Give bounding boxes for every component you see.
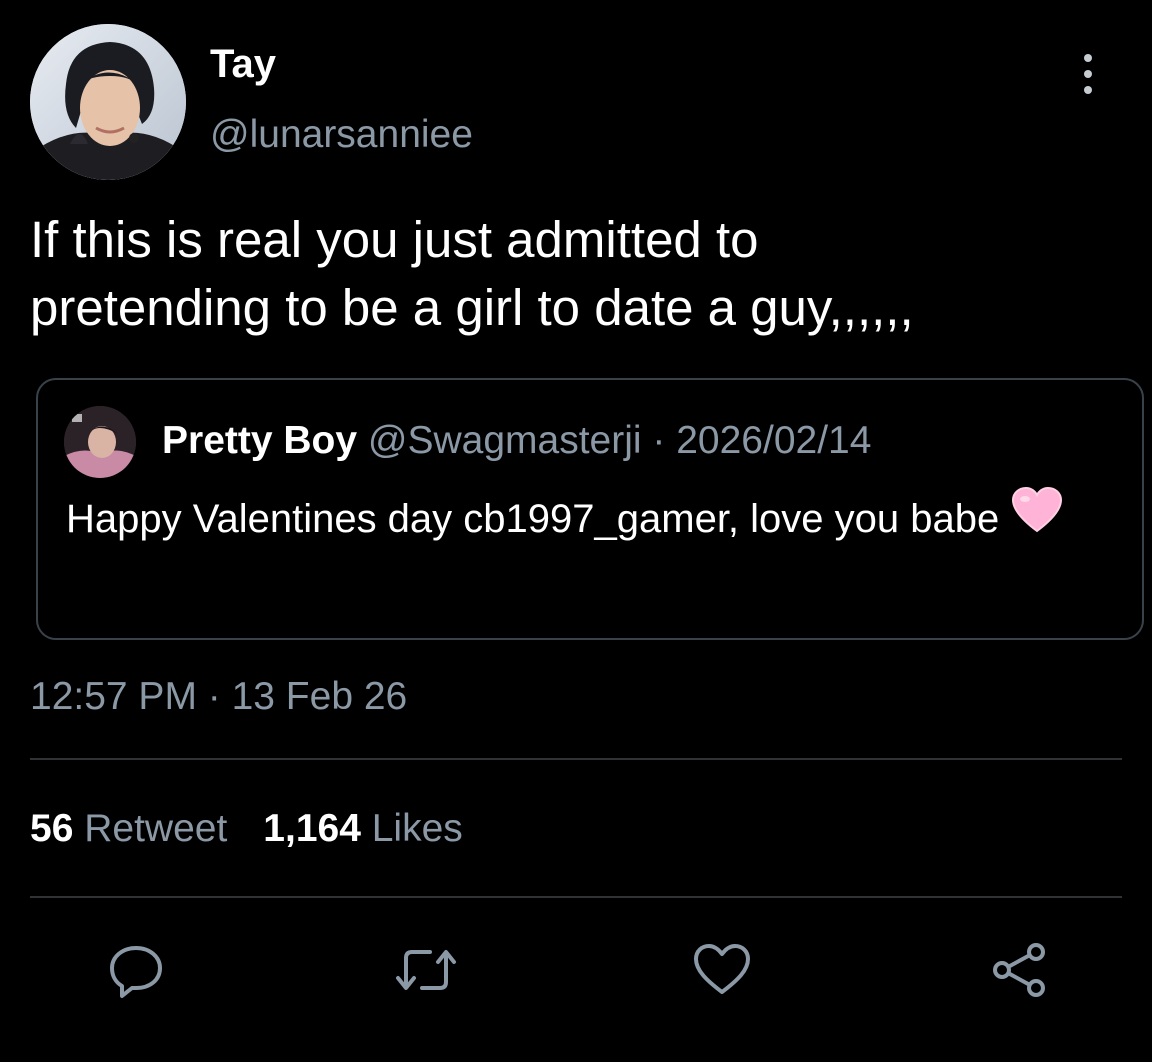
quoted-tweet[interactable]: Pretty Boy @Swagmasterji · 2026/02/14 Ha… — [36, 378, 1144, 640]
divider — [30, 758, 1122, 760]
retweets-stat[interactable]: 56 Retweet — [30, 807, 227, 850]
tweet-text: If this is real you just admitted to pre… — [30, 211, 914, 336]
more-dot-icon — [1084, 86, 1092, 94]
author-handle[interactable]: @lunarsanniee — [210, 112, 473, 158]
quoted-author-meta: @Swagmasterji · 2026/02/14 — [357, 419, 872, 462]
quoted-author-name[interactable]: Pretty Boy — [162, 419, 357, 462]
more-options-button[interactable] — [1070, 50, 1106, 98]
retweet-button[interactable] — [394, 938, 458, 1002]
retweets-label: Retweet — [73, 807, 228, 850]
quoted-tweet-body: Happy Valentines day cb1997_gamer, love … — [66, 497, 1000, 541]
like-button[interactable] — [690, 938, 754, 1002]
speech-bubble-icon — [110, 946, 162, 998]
reply-button[interactable] — [104, 938, 168, 1002]
tweet-stats: 56 Retweet 1,164 Likes — [30, 806, 463, 852]
share-button[interactable] — [988, 938, 1052, 1002]
likes-label: Likes — [360, 807, 463, 850]
more-dot-icon — [1084, 70, 1092, 78]
tweet-timestamp[interactable]: 12:57 PM · 13 Feb 26 — [30, 674, 407, 720]
more-dot-icon — [1084, 54, 1092, 62]
share-icon — [993, 943, 1045, 997]
quoted-tweet-header: Pretty Boy @Swagmasterji · 2026/02/14 — [162, 418, 871, 464]
retweets-count: 56 — [30, 807, 74, 850]
retweet-icon — [396, 950, 456, 990]
author-display-name[interactable]: Tay — [210, 40, 276, 88]
author-avatar[interactable] — [30, 24, 186, 180]
quoted-tweet-text: Happy Valentines day cb1997_gamer, love … — [66, 487, 1106, 547]
likes-count: 1,164 — [263, 807, 361, 850]
pink-heart-emoji-icon — [1011, 487, 1063, 547]
quoted-author-avatar — [64, 406, 136, 478]
divider — [30, 896, 1122, 898]
heart-icon — [694, 944, 750, 994]
likes-stat[interactable]: 1,164 Likes — [263, 807, 463, 850]
